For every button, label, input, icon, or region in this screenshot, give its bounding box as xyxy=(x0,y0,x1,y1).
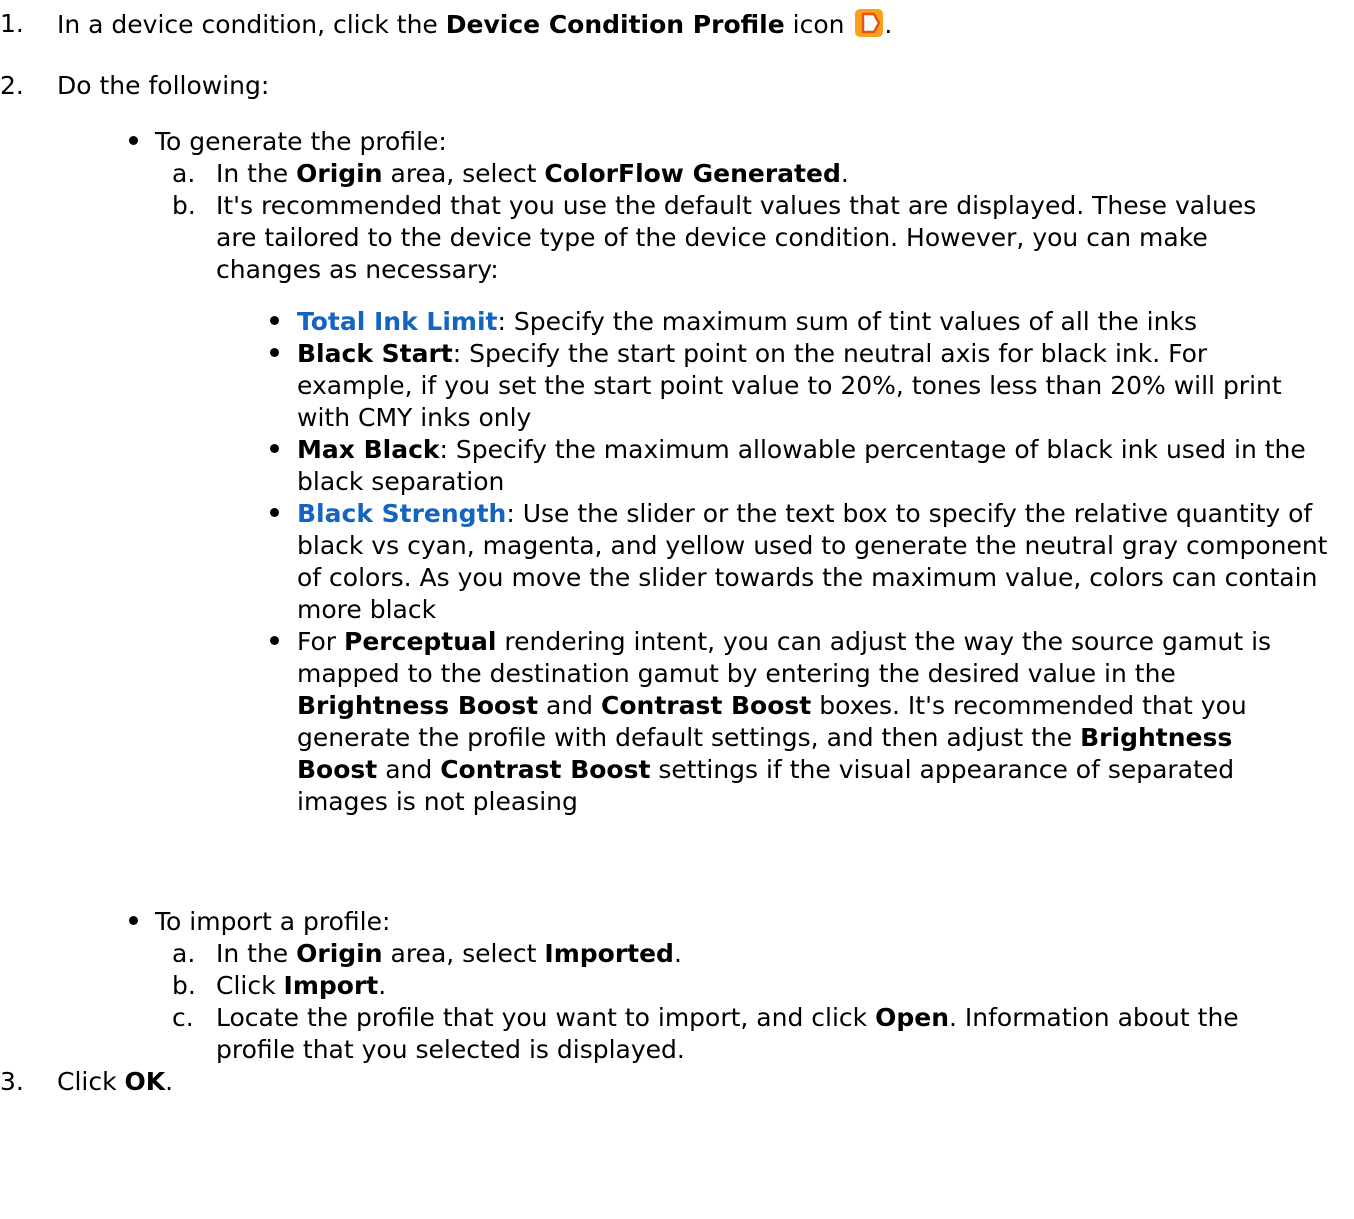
text-run: . xyxy=(884,10,893,39)
bullet-icon xyxy=(270,316,279,325)
generate-intro: To generate the profile: xyxy=(155,127,447,156)
step-number: 2. xyxy=(0,71,24,100)
ui-term: Black Start xyxy=(297,339,453,368)
substep-letter: b. xyxy=(172,191,196,220)
ui-term: Origin xyxy=(296,939,383,968)
bullet-icon xyxy=(270,444,279,453)
ui-term: Max Black xyxy=(297,435,440,464)
text-run: area, select xyxy=(382,939,545,968)
ui-term: Contrast Boost xyxy=(440,755,651,784)
step-3: 3. Click OK. xyxy=(0,1066,1330,1098)
text-run: . xyxy=(165,1067,174,1096)
bullet-icon xyxy=(129,916,138,925)
setting-text: Black Start: Specify the start point on … xyxy=(297,339,1282,432)
ui-term: Origin xyxy=(296,159,383,188)
setting-text: Total Ink Limit: Specify the maximum sum… xyxy=(297,307,1197,336)
setting-black-start: Black Start: Specify the start point on … xyxy=(0,338,1330,434)
setting-perceptual: For Perceptual rendering intent, you can… xyxy=(0,626,1330,818)
step-2: 2. Do the following: xyxy=(0,70,1330,102)
import-option: To import a profile: xyxy=(0,906,1330,938)
text-run: In the xyxy=(216,939,297,968)
substep-letter: a. xyxy=(172,939,196,968)
setting-text: For Perceptual rendering intent, you can… xyxy=(297,627,1271,816)
procedure: 1. In a device condition, click the Devi… xyxy=(0,8,1330,1098)
ui-term: Imported xyxy=(544,939,674,968)
device-condition-profile-icon xyxy=(854,8,884,38)
text-run: It's recommended that you use the defaul… xyxy=(216,191,1257,284)
generate-substep-b-text: It's recommended that you use the defaul… xyxy=(216,191,1256,284)
step-1: 1. In a device condition, click the Devi… xyxy=(0,8,1330,41)
text-run: Do the following: xyxy=(57,71,270,100)
ui-term: Brightness Boost xyxy=(297,691,539,720)
substep-letter: c. xyxy=(172,1003,194,1032)
import-intro: To import a profile: xyxy=(155,907,391,936)
step-1-text: In a device condition, click the Device … xyxy=(57,8,893,39)
import-substep-b: b. Click Import. xyxy=(0,970,1330,1002)
text-run: and xyxy=(538,691,601,720)
generate-substep-a-text: In the Origin area, select ColorFlow Gen… xyxy=(216,159,849,188)
text-run: For xyxy=(297,627,345,656)
term-link[interactable]: Black Strength xyxy=(297,499,506,528)
ui-term: Contrast Boost xyxy=(601,691,812,720)
setting-text: Max Black: Specify the maximum allowable… xyxy=(297,435,1306,496)
ui-term: Import xyxy=(283,971,379,1000)
import-substep-c: c. Locate the profile that you want to i… xyxy=(0,1002,1330,1066)
step-number: 1. xyxy=(0,9,24,38)
text-run: : Specify the maximum sum of tint values… xyxy=(497,307,1197,336)
ui-term: ColorFlow Generated xyxy=(544,159,841,188)
import-substep-a-text: In the Origin area, select Imported. xyxy=(216,939,682,968)
setting-text: Black Strength: Use the slider or the te… xyxy=(297,499,1327,624)
text-run: . xyxy=(673,939,682,968)
ui-term: Perceptual xyxy=(344,627,497,656)
text-run: : Specify the maximum allowable percenta… xyxy=(297,435,1306,496)
text-run: . xyxy=(378,971,387,1000)
import-substep-b-text: Click Import. xyxy=(216,971,386,1000)
setting-black-strength: Black Strength: Use the slider or the te… xyxy=(0,498,1330,626)
ui-term: OK xyxy=(124,1067,166,1096)
text-run: In the xyxy=(216,159,297,188)
text-run: and xyxy=(377,755,441,784)
text-run: Click xyxy=(57,1067,125,1096)
generate-substep-b: b. It's recommended that you use the def… xyxy=(0,190,1330,286)
term-link[interactable]: Total Ink Limit xyxy=(297,307,498,336)
text-run: Click xyxy=(216,971,284,1000)
ui-term: Open xyxy=(875,1003,950,1032)
import-substep-a: a. In the Origin area, select Imported. xyxy=(0,938,1330,970)
ui-term: Device Condition Profile xyxy=(445,10,785,39)
setting-total-ink-limit: Total Ink Limit: Specify the maximum sum… xyxy=(0,306,1330,338)
step-2-text: Do the following: xyxy=(57,71,269,100)
text-run: icon xyxy=(784,10,853,39)
generate-option: To generate the profile: xyxy=(0,126,1330,158)
setting-max-black: Max Black: Specify the maximum allowable… xyxy=(0,434,1330,498)
step-3-text: Click OK. xyxy=(57,1067,173,1096)
text-run: . xyxy=(840,159,849,188)
step-number: 3. xyxy=(0,1067,24,1096)
bullet-icon xyxy=(270,508,279,517)
bullet-icon xyxy=(129,136,138,145)
bullet-icon xyxy=(270,636,279,645)
text-run: In a device condition, click the xyxy=(57,10,446,39)
substep-letter: b. xyxy=(172,971,196,1000)
substep-letter: a. xyxy=(172,159,196,188)
import-substep-c-text: Locate the profile that you want to impo… xyxy=(216,1003,1239,1064)
text-run: Locate the profile that you want to impo… xyxy=(216,1003,876,1032)
generate-substep-a: a. In the Origin area, select ColorFlow … xyxy=(0,158,1330,190)
text-run: area, select xyxy=(382,159,545,188)
bullet-icon xyxy=(270,348,279,357)
